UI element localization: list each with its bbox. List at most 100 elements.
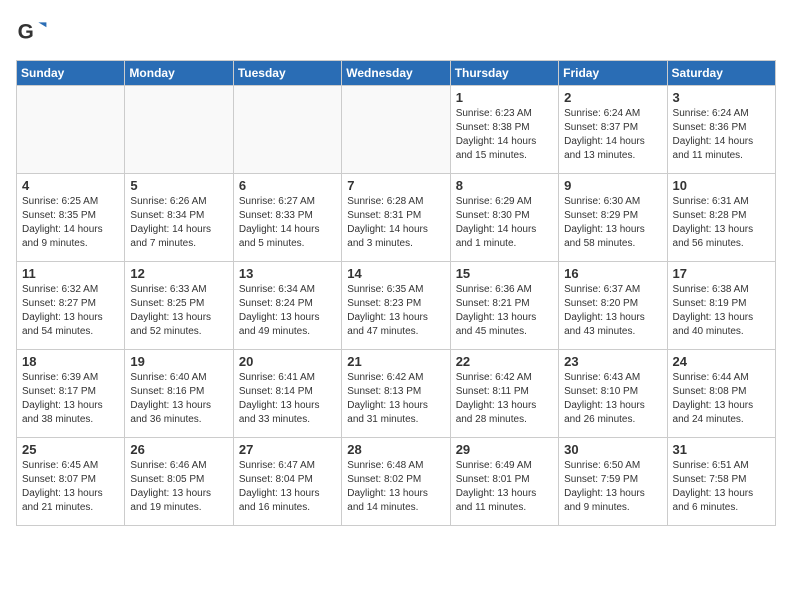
day-number: 2	[564, 90, 661, 105]
calendar-cell: 21 Sunrise: 6:42 AM Sunset: 8:13 PM Dayli…	[342, 350, 450, 438]
day-info: Sunrise: 6:40 AM Sunset: 8:16 PM Dayligh…	[130, 371, 227, 427]
day-info: Sunrise: 6:48 AM Sunset: 8:02 PM Dayligh…	[347, 459, 444, 515]
weekday-header-friday: Friday	[559, 61, 667, 86]
day-number: 12	[130, 266, 227, 281]
calendar-week-1: 1Sunrise: 6:23 AM Sunset: 8:38 PM Daylig…	[17, 86, 776, 174]
calendar-cell: 19 Sunrise: 6:40 AM Sunset: 8:16 PM Dayli…	[125, 350, 233, 438]
weekday-header-saturday: Saturday	[667, 61, 775, 86]
calendar-cell	[125, 86, 233, 174]
day-number: 18	[22, 354, 119, 369]
calendar-cell: 20Sunrise: 6:41 AM Sunset: 8:14 PM Dayli…	[233, 350, 341, 438]
logo-icon: G	[16, 16, 48, 48]
day-number: 24	[673, 354, 770, 369]
day-info: Sunrise: 6:43 AM Sunset: 8:10 PM Dayligh…	[564, 371, 661, 427]
calendar-cell: 11 Sunrise: 6:32 AM Sunset: 8:27 PM Dayli…	[17, 262, 125, 350]
day-number: 15	[456, 266, 553, 281]
day-info: Sunrise: 6:32 AM Sunset: 8:27 PM Dayligh…	[22, 283, 119, 339]
weekday-header-sunday: Sunday	[17, 61, 125, 86]
calendar-header-row: SundayMondayTuesdayWednesdayThursdayFrid…	[17, 61, 776, 86]
day-info: Sunrise: 6:36 AM Sunset: 8:21 PM Dayligh…	[456, 283, 553, 339]
day-info: Sunrise: 6:24 AM Sunset: 8:36 PM Dayligh…	[673, 107, 770, 163]
day-number: 21	[347, 354, 444, 369]
day-info: Sunrise: 6:45 AM Sunset: 8:07 PM Dayligh…	[22, 459, 119, 515]
day-info: Sunrise: 6:28 AM Sunset: 8:31 PM Dayligh…	[347, 195, 444, 251]
calendar-cell: 12 Sunrise: 6:33 AM Sunset: 8:25 PM Dayli…	[125, 262, 233, 350]
day-info: Sunrise: 6:33 AM Sunset: 8:25 PM Dayligh…	[130, 283, 227, 339]
day-number: 16	[564, 266, 661, 281]
day-number: 22	[456, 354, 553, 369]
weekday-header-tuesday: Tuesday	[233, 61, 341, 86]
calendar-cell: 23 Sunrise: 6:43 AM Sunset: 8:10 PM Dayli…	[559, 350, 667, 438]
day-info: Sunrise: 6:27 AM Sunset: 8:33 PM Dayligh…	[239, 195, 336, 251]
day-number: 9	[564, 178, 661, 193]
calendar-cell: 15 Sunrise: 6:36 AM Sunset: 8:21 PM Dayli…	[450, 262, 558, 350]
calendar-cell: 8 Sunrise: 6:29 AM Sunset: 8:30 PM Daylig…	[450, 174, 558, 262]
calendar-cell: 14 Sunrise: 6:35 AM Sunset: 8:23 PM Dayli…	[342, 262, 450, 350]
day-info: Sunrise: 6:42 AM Sunset: 8:13 PM Dayligh…	[347, 371, 444, 427]
calendar-cell: 30Sunrise: 6:50 AM Sunset: 7:59 PM Dayli…	[559, 438, 667, 526]
day-number: 25	[22, 442, 119, 457]
calendar-cell: 16Sunrise: 6:37 AM Sunset: 8:20 PM Dayli…	[559, 262, 667, 350]
calendar-cell: 2 Sunrise: 6:24 AM Sunset: 8:37 PM Daylig…	[559, 86, 667, 174]
day-info: Sunrise: 6:47 AM Sunset: 8:04 PM Dayligh…	[239, 459, 336, 515]
svg-text:G: G	[18, 20, 34, 43]
page-header: G	[16, 16, 776, 48]
calendar-cell	[342, 86, 450, 174]
calendar-cell: 25 Sunrise: 6:45 AM Sunset: 8:07 PM Dayli…	[17, 438, 125, 526]
day-number: 26	[130, 442, 227, 457]
day-info: Sunrise: 6:24 AM Sunset: 8:37 PM Dayligh…	[564, 107, 661, 163]
day-info: Sunrise: 6:34 AM Sunset: 8:24 PM Dayligh…	[239, 283, 336, 339]
day-number: 19	[130, 354, 227, 369]
calendar-cell: 26 Sunrise: 6:46 AM Sunset: 8:05 PM Dayli…	[125, 438, 233, 526]
day-number: 27	[239, 442, 336, 457]
weekday-header-thursday: Thursday	[450, 61, 558, 86]
calendar-cell: 3Sunrise: 6:24 AM Sunset: 8:36 PM Daylig…	[667, 86, 775, 174]
calendar-cell: 29 Sunrise: 6:49 AM Sunset: 8:01 PM Dayli…	[450, 438, 558, 526]
day-info: Sunrise: 6:25 AM Sunset: 8:35 PM Dayligh…	[22, 195, 119, 251]
calendar-cell: 24 Sunrise: 6:44 AM Sunset: 8:08 PM Dayli…	[667, 350, 775, 438]
calendar-table: SundayMondayTuesdayWednesdayThursdayFrid…	[16, 60, 776, 526]
weekday-header-monday: Monday	[125, 61, 233, 86]
day-info: Sunrise: 6:35 AM Sunset: 8:23 PM Dayligh…	[347, 283, 444, 339]
calendar-cell: 5 Sunrise: 6:26 AM Sunset: 8:34 PM Daylig…	[125, 174, 233, 262]
day-info: Sunrise: 6:49 AM Sunset: 8:01 PM Dayligh…	[456, 459, 553, 515]
day-number: 23	[564, 354, 661, 369]
day-number: 11	[22, 266, 119, 281]
calendar-cell: 4Sunrise: 6:25 AM Sunset: 8:35 PM Daylig…	[17, 174, 125, 262]
day-number: 8	[456, 178, 553, 193]
calendar-cell: 7 Sunrise: 6:28 AM Sunset: 8:31 PM Daylig…	[342, 174, 450, 262]
day-info: Sunrise: 6:29 AM Sunset: 8:30 PM Dayligh…	[456, 195, 553, 251]
day-info: Sunrise: 6:39 AM Sunset: 8:17 PM Dayligh…	[22, 371, 119, 427]
day-number: 7	[347, 178, 444, 193]
calendar-cell	[17, 86, 125, 174]
calendar-cell: 28 Sunrise: 6:48 AM Sunset: 8:02 PM Dayli…	[342, 438, 450, 526]
day-info: Sunrise: 6:42 AM Sunset: 8:11 PM Dayligh…	[456, 371, 553, 427]
calendar-cell: 9Sunrise: 6:30 AM Sunset: 8:29 PM Daylig…	[559, 174, 667, 262]
calendar-cell: 22 Sunrise: 6:42 AM Sunset: 8:11 PM Dayli…	[450, 350, 558, 438]
day-number: 20	[239, 354, 336, 369]
day-number: 30	[564, 442, 661, 457]
day-info: Sunrise: 6:38 AM Sunset: 8:19 PM Dayligh…	[673, 283, 770, 339]
calendar-cell: 1Sunrise: 6:23 AM Sunset: 8:38 PM Daylig…	[450, 86, 558, 174]
calendar-cell	[233, 86, 341, 174]
day-info: Sunrise: 6:31 AM Sunset: 8:28 PM Dayligh…	[673, 195, 770, 251]
calendar-cell: 27 Sunrise: 6:47 AM Sunset: 8:04 PM Dayli…	[233, 438, 341, 526]
calendar-cell: 6Sunrise: 6:27 AM Sunset: 8:33 PM Daylig…	[233, 174, 341, 262]
day-number: 31	[673, 442, 770, 457]
day-number: 10	[673, 178, 770, 193]
calendar-cell: 10 Sunrise: 6:31 AM Sunset: 8:28 PM Dayli…	[667, 174, 775, 262]
day-info: Sunrise: 6:46 AM Sunset: 8:05 PM Dayligh…	[130, 459, 227, 515]
calendar-week-3: 11 Sunrise: 6:32 AM Sunset: 8:27 PM Dayli…	[17, 262, 776, 350]
day-number: 5	[130, 178, 227, 193]
day-number: 29	[456, 442, 553, 457]
day-info: Sunrise: 6:26 AM Sunset: 8:34 PM Dayligh…	[130, 195, 227, 251]
day-info: Sunrise: 6:44 AM Sunset: 8:08 PM Dayligh…	[673, 371, 770, 427]
day-number: 1	[456, 90, 553, 105]
logo: G	[16, 16, 52, 48]
calendar-cell: 17Sunrise: 6:38 AM Sunset: 8:19 PM Dayli…	[667, 262, 775, 350]
calendar-cell: 31Sunrise: 6:51 AM Sunset: 7:58 PM Dayli…	[667, 438, 775, 526]
day-number: 28	[347, 442, 444, 457]
calendar-week-5: 25 Sunrise: 6:45 AM Sunset: 8:07 PM Dayli…	[17, 438, 776, 526]
calendar-week-2: 4Sunrise: 6:25 AM Sunset: 8:35 PM Daylig…	[17, 174, 776, 262]
day-number: 14	[347, 266, 444, 281]
